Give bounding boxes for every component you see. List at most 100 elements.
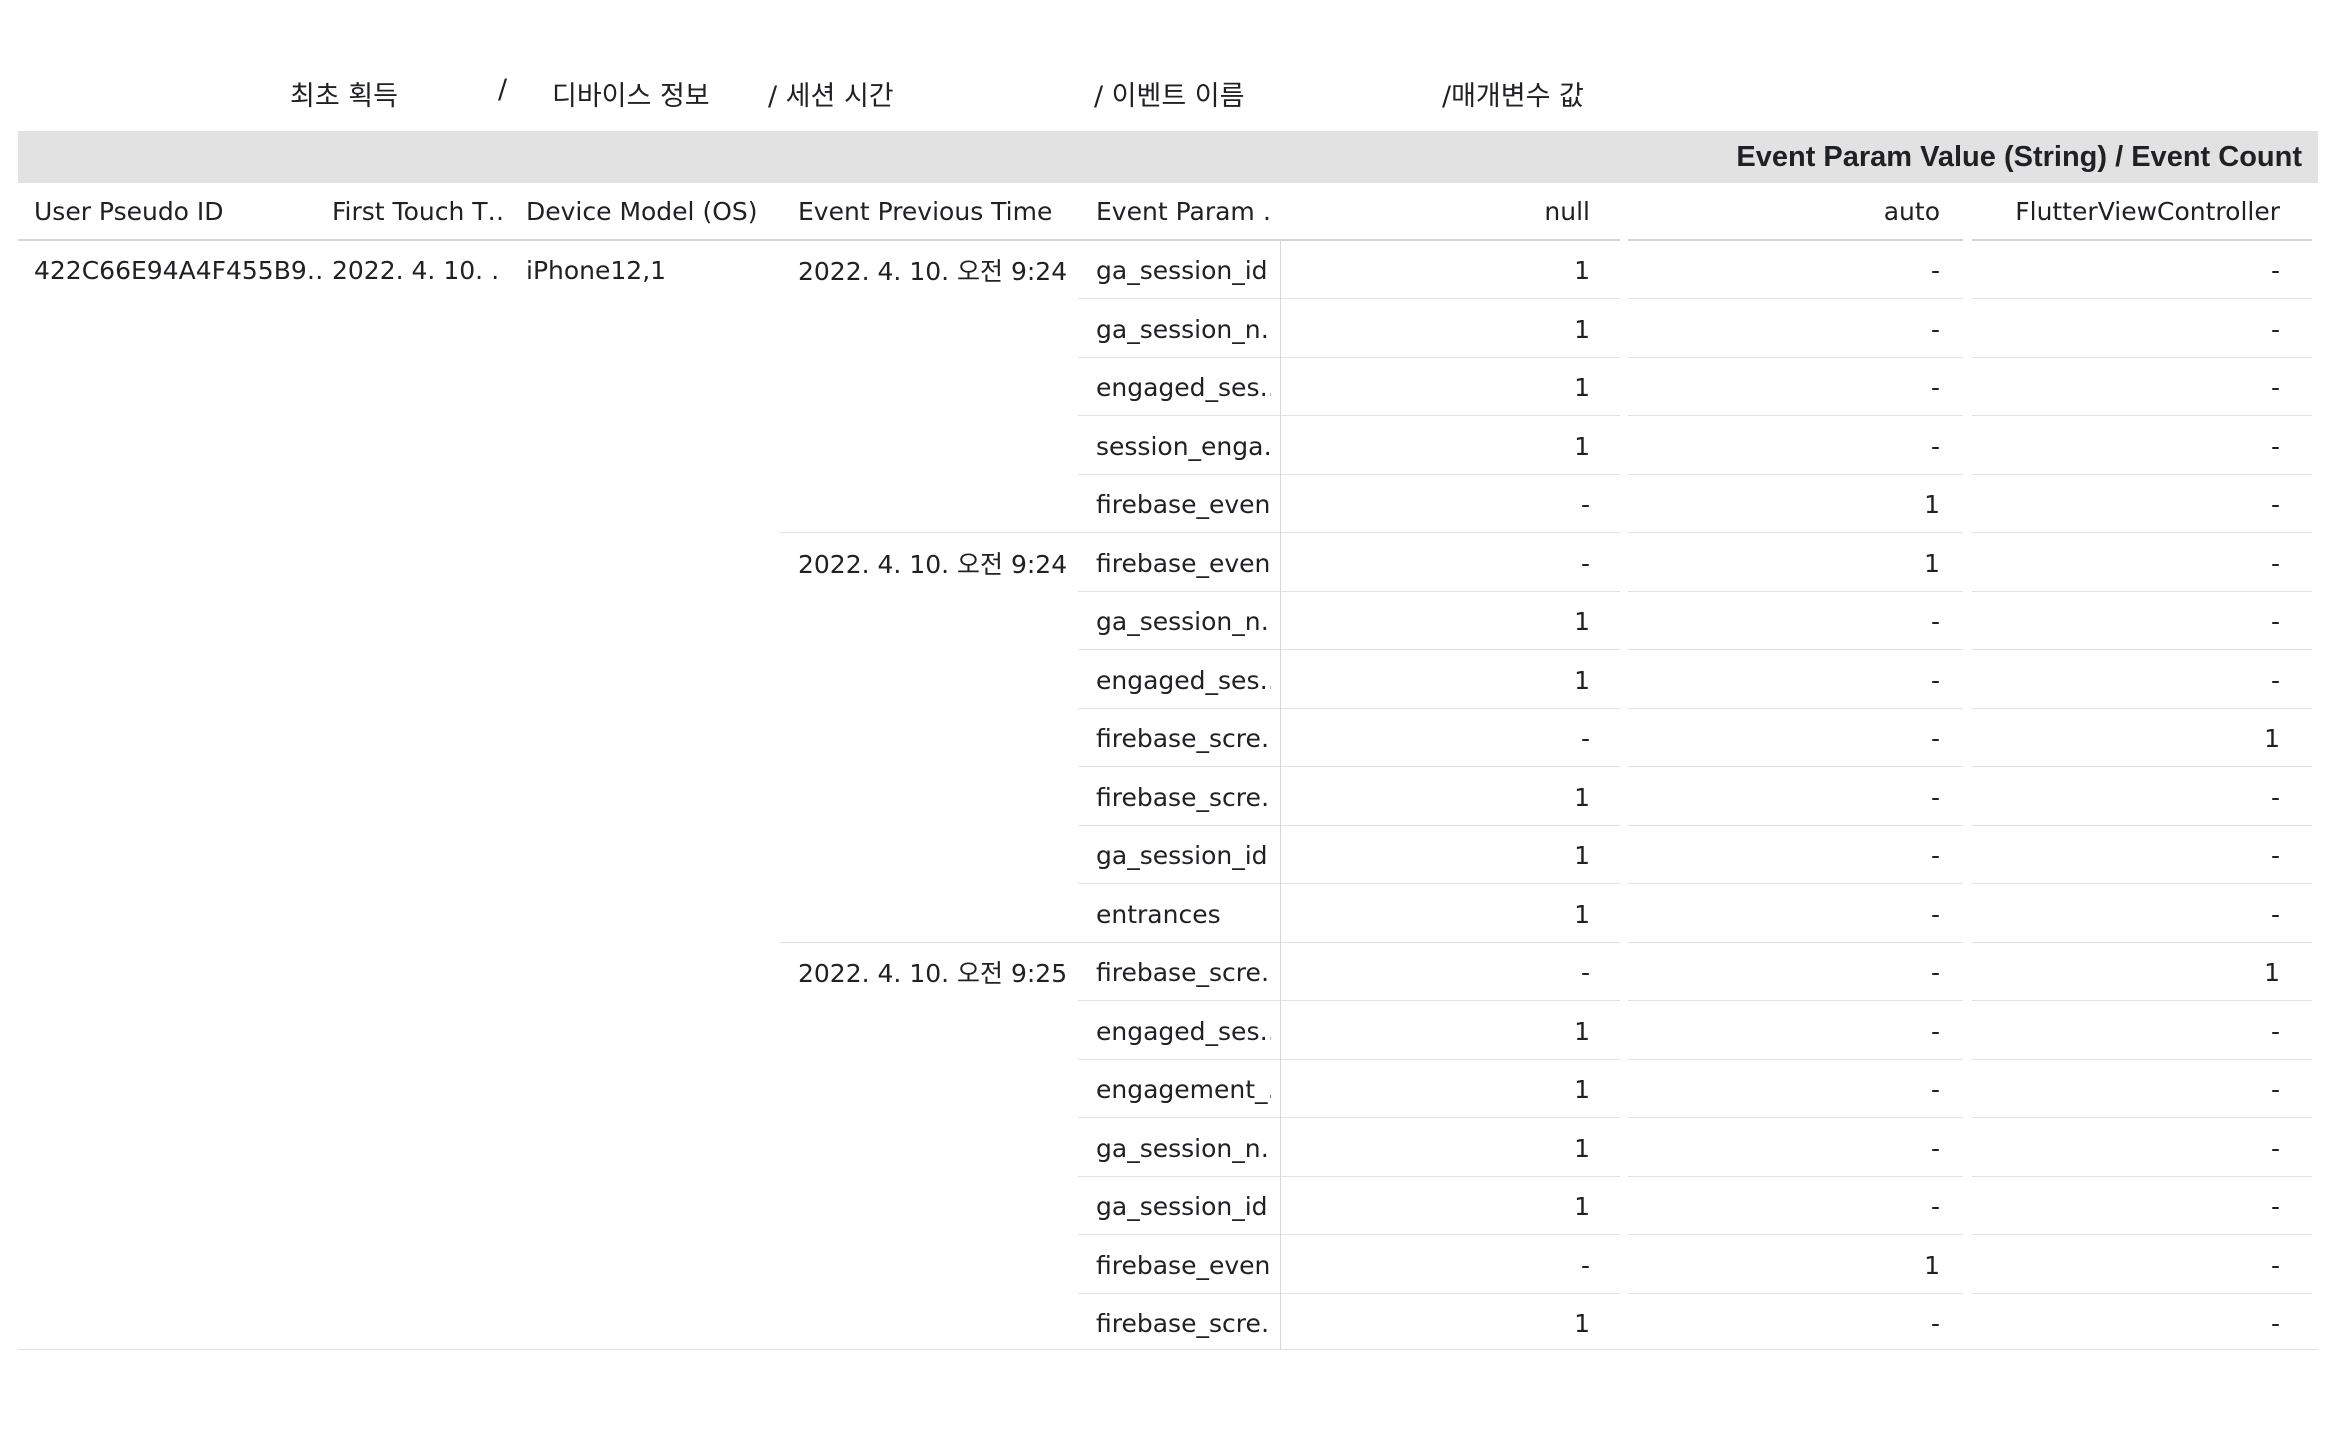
cell-event-previous-time: 2022. 4. 10. 오전 9:24:35 (798, 257, 1068, 286)
cell-event-previous-time (798, 709, 1068, 767)
column-header-event-previous-time[interactable]: Event Previous Time (798, 183, 1068, 239)
cell-null-count: 1 (1574, 314, 1590, 344)
cell-event-param: ga_session_id (1096, 255, 1268, 285)
row-divider (1628, 415, 1963, 416)
cell-event-param: ga_session_n… (1096, 606, 1271, 636)
cell-auto-count: - (1930, 1016, 1940, 1046)
cell-flutterviewcontroller-count: - (2270, 782, 2280, 812)
cell-auto-count: 1 (1924, 489, 1940, 519)
label-session-time: / 세션 시간 (768, 81, 894, 112)
table-row: ga_session_n… 1 - - (0, 592, 2332, 650)
cell-event-param: firebase_scre… (1096, 782, 1271, 812)
cell-flutterviewcontroller-count: - (2270, 372, 2280, 402)
cell-event-param: firebase_scre… (1096, 957, 1271, 987)
row-divider (1280, 766, 1620, 767)
table-row: 2022. 4. 10. 오전 9:24:36 firebase_even… - 1 - (0, 534, 2332, 592)
cell-flutterviewcontroller-count: - (2270, 431, 2280, 461)
table-row: firebase_even… - 1 - (0, 1236, 2332, 1294)
table-bottom-border (18, 1349, 2318, 1350)
cell-auto-count: - (1930, 1308, 1940, 1338)
cell-event-previous-time (798, 826, 1068, 884)
cell-event-previous-time (798, 358, 1068, 416)
cell-event-param: engagement_… (1096, 1074, 1271, 1104)
cell-event-previous-time (798, 1119, 1068, 1177)
cell-event-previous-time (798, 768, 1068, 826)
cell-event-previous-time (798, 1060, 1068, 1118)
table-row: ga_session_id 1 - - (0, 1177, 2332, 1235)
column-header-first-touch[interactable]: First Touch T… (332, 183, 502, 239)
table-header: User Pseudo ID First Touch T… Device Mod… (0, 183, 2332, 241)
cell-null-count: 1 (1574, 840, 1590, 870)
column-header-auto[interactable]: auto (1640, 183, 1940, 239)
cell-auto-count: - (1930, 899, 1940, 929)
cell-flutterviewcontroller-count: - (2270, 1074, 2280, 1104)
row-divider (1078, 415, 1280, 416)
table-row: firebase_scre… 1 - - (0, 1294, 2332, 1352)
column-divider (1280, 241, 1281, 1350)
row-divider (1078, 649, 1280, 650)
pivot-header-band: Event Param Value (String) / Event Count (18, 131, 2318, 183)
cell-auto-count: - (1930, 1191, 1940, 1221)
cell-event-previous-time (798, 300, 1068, 358)
cell-null-count: 1 (1574, 1074, 1590, 1104)
table-row: engagement_… 1 - - (0, 1060, 2332, 1118)
row-divider (1628, 766, 1963, 767)
cell-flutterviewcontroller-count: - (2270, 489, 2280, 519)
cell-event-param: session_enga… (1096, 431, 1271, 461)
column-header-event-param[interactable]: Event Param … (1096, 183, 1271, 239)
table-row: engaged_ses… 1 - - (0, 651, 2332, 709)
table-row: firebase_scre… - - 1 (0, 709, 2332, 767)
row-divider (1972, 1234, 2312, 1235)
row-divider (1280, 532, 1620, 533)
cell-null-count: 1 (1574, 1016, 1590, 1046)
column-header-flutterviewcontroller[interactable]: FlutterViewController (1980, 183, 2280, 239)
table-row: 2022. 4. 10. 오전 9:24:35 ga_session_id 1 - - (0, 241, 2332, 299)
cell-auto-count: - (1930, 723, 1940, 753)
row-divider (1078, 1117, 1280, 1118)
table-row: 2022. 4. 10. 오전 9:25:38 firebase_scre… - - 1 (0, 943, 2332, 1001)
column-header-null[interactable]: null (1290, 183, 1590, 239)
cell-auto-count: - (1930, 1074, 1940, 1104)
row-divider (1078, 1234, 1280, 1235)
cell-event-previous-time (798, 885, 1068, 943)
cell-event-previous-time (798, 1002, 1068, 1060)
cell-event-previous-time (798, 651, 1068, 709)
cell-auto-count: - (1930, 1133, 1940, 1163)
row-divider (780, 532, 1080, 533)
row-divider (1628, 532, 1963, 533)
row-divider (1628, 883, 1963, 884)
cell-null-count: 1 (1574, 1133, 1590, 1163)
cell-event-param: firebase_scre… (1096, 723, 1271, 753)
cell-null-count: 1 (1574, 782, 1590, 812)
pivot-header-title: Event Param Value (String) / Event Count (1736, 140, 2302, 173)
cell-flutterviewcontroller-count: - (2270, 1016, 2280, 1046)
cell-null-count: 1 (1574, 665, 1590, 695)
row-divider (1078, 883, 1280, 884)
cell-auto-count: - (1930, 431, 1940, 461)
cell-event-previous-time (798, 1294, 1068, 1352)
row-divider (1280, 298, 1620, 299)
cell-flutterviewcontroller-count: 1 (2264, 957, 2280, 987)
cell-auto-count: - (1930, 665, 1940, 695)
row-divider (1972, 766, 2312, 767)
table-row: ga_session_id 1 - - (0, 826, 2332, 884)
row-divider (1280, 415, 1620, 416)
cell-auto-count: 1 (1924, 1250, 1940, 1280)
cell-flutterviewcontroller-count: - (2270, 1308, 2280, 1338)
cell-null-count: - (1580, 1250, 1590, 1280)
row-divider (1078, 298, 1280, 299)
cell-event-param: engaged_ses… (1096, 372, 1271, 402)
cell-null-count: 1 (1574, 431, 1590, 461)
column-header-user-pseudo-id[interactable]: User Pseudo ID (34, 183, 324, 239)
column-header-device-model[interactable]: Device Model (OS) (526, 183, 786, 239)
row-divider (1972, 532, 2312, 533)
row-divider (1972, 1117, 2312, 1118)
cell-auto-count: - (1930, 957, 1940, 987)
cell-null-count: 1 (1574, 606, 1590, 636)
row-divider (1972, 649, 2312, 650)
cell-null-count: 1 (1574, 899, 1590, 929)
table-row: engaged_ses… 1 - - (0, 1002, 2332, 1060)
cell-auto-count: - (1930, 372, 1940, 402)
row-divider (1628, 1234, 1963, 1235)
cell-event-param: firebase_scre… (1096, 1308, 1271, 1338)
